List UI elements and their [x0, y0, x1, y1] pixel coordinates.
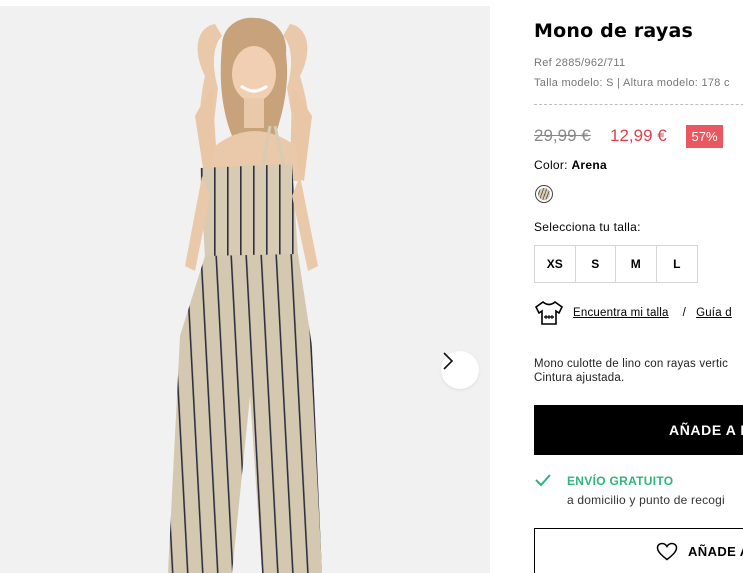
check-icon — [535, 474, 551, 487]
heart-icon — [656, 542, 678, 560]
free-shipping-detail: a domicilio y punto de recogi — [567, 493, 725, 507]
color-label: Color: Arena — [534, 158, 607, 172]
tshirt-ruler-icon — [534, 300, 564, 325]
add-to-cart-button[interactable]: AÑADE A L — [534, 405, 743, 455]
description-line: Cintura ajustada. — [534, 372, 625, 384]
find-my-size-link[interactable]: Encuentra mi talla — [573, 307, 669, 319]
product-title: Mono de rayas — [534, 20, 693, 42]
product-info-panel: Mono de rayas Ref 2885/962/711 Talla mod… — [534, 0, 743, 573]
size-selector: XS S M L — [534, 245, 698, 283]
size-option-l[interactable]: L — [657, 246, 698, 282]
description-line: Mono culotte de lino con rayas vertic — [534, 358, 729, 370]
chevron-right-icon — [443, 352, 454, 370]
size-option-s[interactable]: S — [576, 246, 616, 282]
sale-price: 12,99 € — [610, 126, 667, 145]
original-price: 29,99 € — [534, 126, 591, 145]
model-size-info: Talla modelo: S | Altura modelo: 178 c — [534, 77, 730, 89]
size-option-m[interactable]: M — [616, 246, 657, 282]
divider — [534, 104, 743, 105]
add-to-wishlist-button[interactable]: AÑADE A — [534, 528, 743, 573]
size-selector-label: Selecciona tu talla: — [534, 220, 641, 234]
wishlist-label: AÑADE A — [688, 543, 743, 559]
size-help-row: Encuentra mi talla / Guía d — [534, 300, 732, 326]
discount-badge: 57% — [686, 125, 723, 148]
product-description: Mono culotte de lino con rayas vertic Ci… — [534, 357, 728, 385]
color-label-text: Color: — [534, 158, 568, 172]
color-name: Arena — [571, 158, 607, 172]
product-image-gallery — [0, 6, 490, 573]
free-shipping-title: ENVÍO GRATUITO — [567, 474, 674, 488]
product-reference: Ref 2885/962/711 — [534, 57, 626, 69]
color-swatch-arena[interactable] — [535, 185, 553, 203]
size-guide-link[interactable]: Guía d — [696, 307, 732, 319]
next-image-button[interactable] — [441, 351, 479, 389]
size-option-xs[interactable]: XS — [535, 246, 576, 282]
product-photo — [168, 17, 322, 573]
link-separator: / — [682, 307, 687, 319]
